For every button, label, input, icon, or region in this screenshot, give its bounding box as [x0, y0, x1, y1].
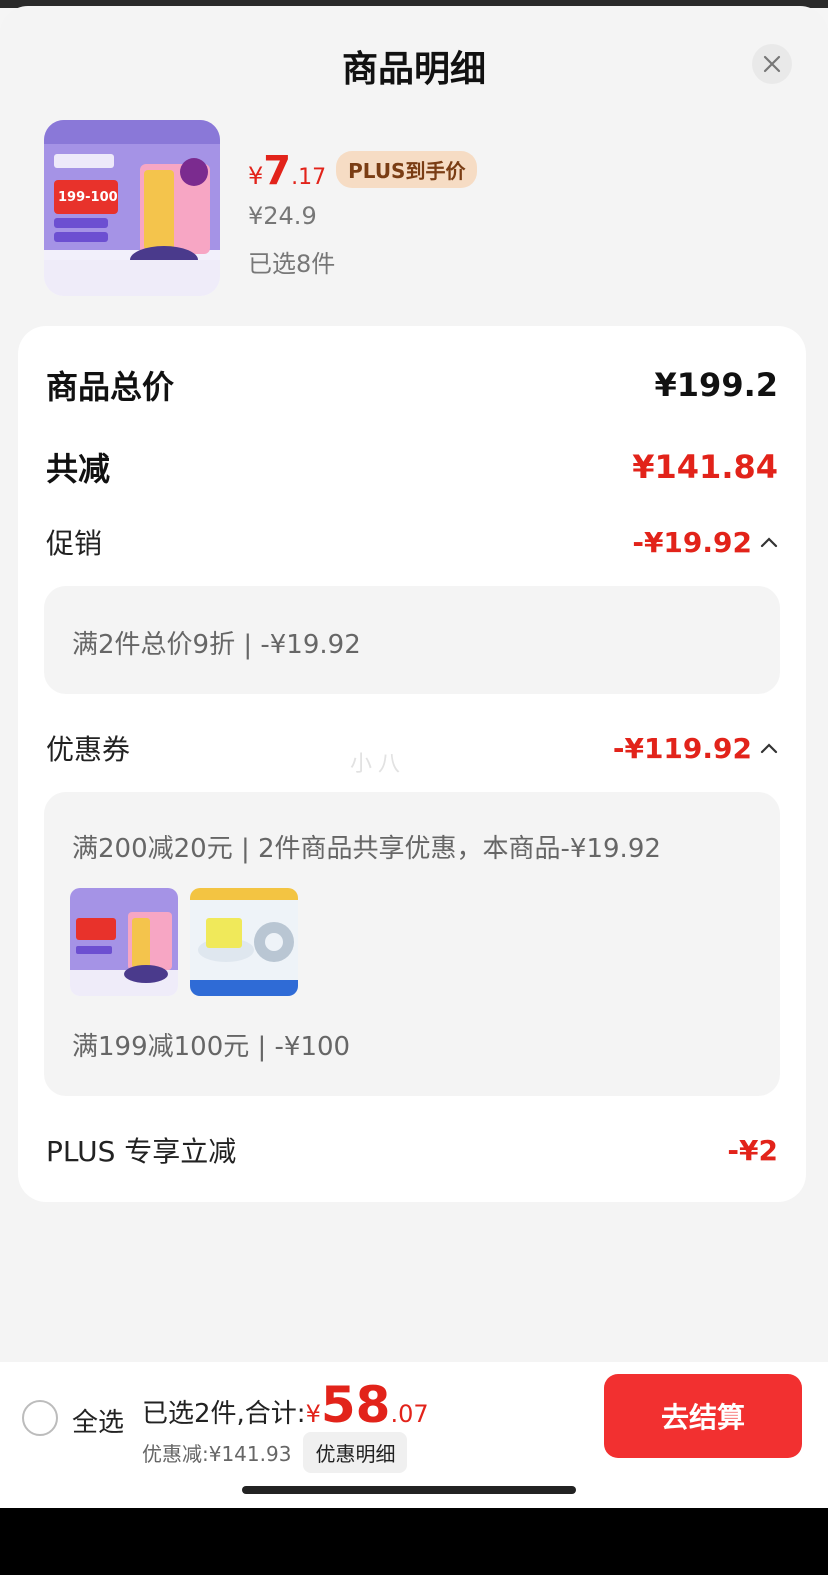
discount-text: 优惠减:¥141.93 — [142, 1442, 292, 1466]
product-thumbnail[interactable]: 199-100 — [44, 120, 220, 296]
coupon-product-thumb-1[interactable] — [70, 888, 178, 996]
promo-value-group: -¥19.92 — [632, 526, 778, 559]
reduce-value: ¥141.84 — [632, 448, 778, 486]
coupon-product-thumb-2[interactable] — [190, 888, 298, 996]
watermark: 小八 — [350, 752, 407, 777]
coupon-row[interactable]: 优惠券 -¥119.92 — [46, 728, 778, 768]
promo-row[interactable]: 促销 -¥19.92 — [46, 522, 778, 562]
promo-detail: 满2件总价9折 | -¥19.92 — [72, 630, 361, 660]
price-breakdown-card: 商品总价 ¥199.2 共减 ¥141.84 促销 -¥19.92 满2件总价9… — [18, 326, 806, 1202]
thumb-badge: 199-100 — [58, 190, 118, 205]
reduce-label: 共减 — [46, 450, 111, 488]
coupon-detail-2: 满199减100元 | -¥100 — [72, 1032, 351, 1062]
plus-price-tag: PLUS到手价 — [336, 151, 478, 188]
price-symbol: ¥ — [248, 162, 264, 190]
coupon-detail-box: 满200减20元 | 2件商品共享优惠，本商品-¥19.92 满199减100元… — [44, 792, 780, 1096]
discount-detail-button[interactable]: 优惠明细 — [303, 1432, 408, 1473]
close-icon — [763, 55, 781, 73]
total-decimal: .07 — [390, 1400, 429, 1428]
coupon-detail-1: 满200减20元 | 2件商品共享优惠，本商品-¥19.92 — [72, 834, 661, 864]
detail-sheet: 商品明细 199-100 ¥ 7 .17 PLUS到手价 ¥24.9 已选8件 — [0, 6, 828, 1364]
bottom-black-strip — [0, 1508, 828, 1575]
select-all-radio[interactable] — [22, 1400, 58, 1436]
promo-value: -¥19.92 — [632, 525, 752, 559]
sheet-title: 商品明细 — [341, 49, 486, 90]
total-label: 商品总价 — [46, 368, 175, 406]
total-symbol: ¥ — [305, 1400, 321, 1428]
product-image — [44, 120, 220, 296]
coupon-value: -¥119.92 — [612, 731, 752, 765]
close-button[interactable] — [752, 44, 792, 84]
select-all-label[interactable]: 全选 — [72, 1402, 124, 1439]
home-indicator — [242, 1486, 576, 1494]
chevron-up-icon[interactable] — [760, 536, 778, 548]
plus-reduce-row: PLUS 专享立减 -¥2 — [46, 1130, 778, 1170]
checkout-button[interactable]: 去结算 — [604, 1374, 802, 1458]
original-price: ¥24.9 — [248, 202, 317, 230]
total-value: ¥199.2 — [654, 366, 778, 404]
total-summary: 已选2件,合计: ¥ 58 .07 — [142, 1376, 429, 1434]
product-image — [70, 888, 178, 996]
coupon-value-group: -¥119.92 — [613, 732, 778, 765]
reduce-row: 共减 ¥141.84 — [46, 444, 778, 490]
promo-label: 促销 — [46, 527, 103, 560]
promo-detail-box: 满2件总价9折 | -¥19.92 — [44, 586, 780, 694]
discount-line: 优惠减:¥141.93 优惠明细 — [142, 1432, 408, 1473]
selected-count: 已选8件 — [248, 250, 336, 278]
chevron-up-icon[interactable] — [760, 742, 778, 754]
product-price: ¥ 7 .17 PLUS到手价 — [248, 148, 478, 194]
total-row: 商品总价 ¥199.2 — [46, 362, 778, 408]
price-integer: 7 — [263, 148, 292, 194]
coupon-label: 优惠券 — [46, 733, 131, 766]
plus-reduce-value: -¥2 — [727, 1133, 778, 1167]
selected-summary: 已选2件,合计: — [142, 1399, 306, 1429]
plus-reduce-label: PLUS 专享立减 — [46, 1135, 237, 1168]
total-integer: 58 — [320, 1376, 391, 1434]
price-decimal: .17 — [291, 165, 327, 190]
product-image — [190, 888, 298, 996]
